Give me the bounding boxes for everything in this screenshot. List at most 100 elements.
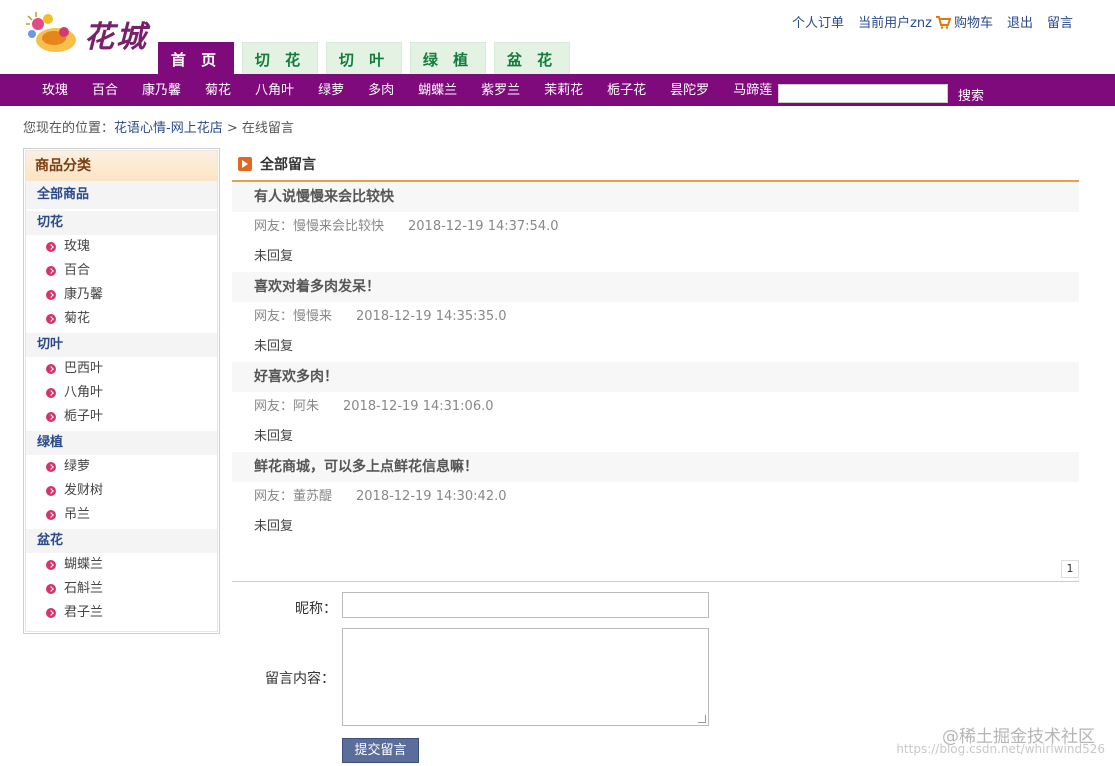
tab-home[interactable]: 首 页: [158, 42, 234, 74]
message-title: 有人说慢慢来会比较快: [232, 182, 1079, 212]
sidebar-item-label: 百合: [64, 263, 91, 278]
sidebar-group-cut-leaves[interactable]: 切叶: [26, 333, 217, 357]
message-reply: 未回复: [254, 249, 294, 264]
sidebar-item[interactable]: 百合: [26, 259, 217, 283]
cart-link[interactable]: 购物车: [954, 12, 993, 31]
sidebar-item[interactable]: 栀子叶: [26, 405, 217, 429]
category-link-octagon-leaf[interactable]: 八角叶: [243, 74, 306, 107]
bullet-icon: [46, 486, 56, 496]
nickname-label: 昵称：: [295, 601, 337, 617]
sidebar-item[interactable]: 绿萝: [26, 455, 217, 479]
current-user-label: 当前用户znz: [858, 16, 932, 31]
sidebar-item-all[interactable]: 全部商品: [26, 181, 217, 209]
sidebar-item[interactable]: 玫瑰: [26, 235, 217, 259]
message-author: 网友：慢慢来会比较快: [254, 219, 385, 234]
logout-link[interactable]: 退出: [1007, 12, 1033, 31]
sidebar-item-label: 石斛兰: [64, 581, 104, 596]
sidebar-item[interactable]: 八角叶: [26, 381, 217, 405]
sidebar-item-label: 吊兰: [64, 507, 91, 522]
message-list-header: 全部留言: [232, 148, 1079, 182]
category-link-violet[interactable]: 紫罗兰: [469, 74, 532, 107]
message-item: 喜欢对着多肉发呆！ 网友：慢慢来 2018-12-19 14:35:35.0 未回…: [232, 272, 1079, 362]
resize-handle-icon[interactable]: [698, 715, 706, 723]
category-link-pothos[interactable]: 绿萝: [306, 74, 356, 107]
cart-icon[interactable]: [935, 15, 951, 29]
message-item: 有人说慢慢来会比较快 网友：慢慢来会比较快 2018-12-19 14:37:54…: [232, 182, 1079, 272]
flower-logo-icon: [26, 12, 76, 52]
category-link-carnation[interactable]: 康乃馨: [130, 74, 193, 107]
message-reply: 未回复: [254, 429, 294, 444]
breadcrumb: 您现在的位置：花语心情-网上花店 > 在线留言: [23, 117, 294, 136]
message-reply: 未回复: [254, 519, 294, 534]
message-meta: 网友：慢慢来会比较快 2018-12-19 14:37:54.0: [232, 212, 1079, 242]
sidebar-item[interactable]: 吊兰: [26, 503, 217, 527]
bullet-icon: [46, 510, 56, 520]
arrow-right-icon: [238, 157, 252, 171]
category-link-datura[interactable]: 昙陀罗: [658, 74, 721, 107]
category-link-rose[interactable]: 玫瑰: [30, 74, 80, 107]
pagination: 1: [232, 558, 1079, 582]
sidebar-group-cut-flowers[interactable]: 切花: [26, 211, 217, 235]
submit-message-button[interactable]: 提交留言: [342, 738, 419, 763]
logo[interactable]: 花城: [24, 8, 156, 58]
sidebar-item[interactable]: 康乃馨: [26, 283, 217, 307]
sidebar-item[interactable]: 君子兰: [26, 601, 217, 625]
bullet-icon: [46, 242, 56, 252]
bullet-icon: [46, 364, 56, 374]
sidebar-item[interactable]: 菊花: [26, 307, 217, 331]
sidebar-item-label: 康乃馨: [64, 287, 104, 302]
category-link-lily[interactable]: 百合: [80, 74, 130, 107]
message-author: 网友：慢慢来: [254, 309, 333, 324]
breadcrumb-current: 在线留言: [241, 121, 294, 136]
nickname-input[interactable]: [342, 592, 709, 618]
orders-link[interactable]: 个人订单: [792, 12, 844, 31]
search-input[interactable]: [778, 84, 948, 103]
main-tabs: 首 页 切 花 切 叶 绿 植 盆 花: [158, 42, 570, 74]
message-item: 好喜欢多肉！ 网友：阿朱 2018-12-19 14:31:06.0 未回复: [232, 362, 1079, 452]
content-textarea[interactable]: [342, 628, 709, 726]
category-sidebar: 商品分类 全部商品 切花 玫瑰 百合 康乃馨 菊花 切叶 巴西叶 八角叶 栀子叶…: [23, 148, 220, 634]
message-title: 喜欢对着多肉发呆！: [232, 272, 1079, 302]
page-title: 全部留言: [260, 157, 316, 173]
sidebar-item-label: 绿萝: [64, 459, 91, 474]
breadcrumb-site-link[interactable]: 花语心情-网上花店: [114, 121, 223, 136]
logo-text: 花城: [84, 20, 148, 55]
category-link-jasmine[interactable]: 茉莉花: [532, 74, 595, 107]
tab-potted-flowers[interactable]: 盆 花: [494, 42, 570, 74]
category-link-calla[interactable]: 马蹄莲: [721, 74, 784, 107]
sidebar-item[interactable]: 石斛兰: [26, 577, 217, 601]
sidebar-item-label: 栀子叶: [64, 409, 104, 424]
sidebar-item[interactable]: 发财树: [26, 479, 217, 503]
top-nav: 个人订单 当前用户znz 购物车 退出 留言: [792, 12, 1073, 31]
tab-cut-leaves[interactable]: 切 叶: [326, 42, 402, 74]
message-author: 网友：阿朱: [254, 399, 320, 414]
message-link[interactable]: 留言: [1047, 12, 1073, 31]
sidebar-group-green-plants[interactable]: 绿植: [26, 431, 217, 455]
tab-cut-flowers[interactable]: 切 花: [242, 42, 318, 74]
sidebar-item-label: 八角叶: [64, 385, 104, 400]
category-link-chrysanthemum[interactable]: 菊花: [193, 74, 243, 107]
search-button[interactable]: 搜索: [958, 85, 984, 104]
user-cart-group: 当前用户znz 购物车: [858, 12, 993, 31]
category-links: 玫瑰 百合 康乃馨 菊花 八角叶 绿萝 多肉 蝴蝶兰 紫罗兰 茉莉花 栀子花 昙…: [30, 74, 784, 107]
bullet-icon: [46, 266, 56, 276]
bullet-icon: [46, 608, 56, 618]
sidebar-item[interactable]: 巴西叶: [26, 357, 217, 381]
message-meta: 网友：慢慢来 2018-12-19 14:35:35.0: [232, 302, 1079, 332]
message-time: 2018-12-19 14:37:54.0: [408, 219, 559, 234]
message-time: 2018-12-19 14:31:06.0: [343, 399, 494, 414]
sidebar-item-label: 蝴蝶兰: [64, 557, 104, 572]
message-title: 好喜欢多肉！: [232, 362, 1079, 392]
message-title: 鲜花商城，可以多上点鲜花信息嘛！: [232, 452, 1079, 482]
category-link-phalaenopsis[interactable]: 蝴蝶兰: [406, 74, 469, 107]
category-link-succulent[interactable]: 多肉: [356, 74, 406, 107]
message-meta: 网友：董苏醍 2018-12-19 14:30:42.0: [232, 482, 1079, 512]
sidebar-item-label: 巴西叶: [64, 361, 104, 376]
page-number-button[interactable]: 1: [1061, 560, 1079, 578]
sidebar-group-potted-flowers[interactable]: 盆花: [26, 529, 217, 553]
content-label: 留言内容：: [265, 671, 335, 687]
sidebar-inner: 商品分类 全部商品 切花 玫瑰 百合 康乃馨 菊花 切叶 巴西叶 八角叶 栀子叶…: [25, 150, 218, 632]
category-link-gardenia[interactable]: 栀子花: [595, 74, 658, 107]
sidebar-item[interactable]: 蝴蝶兰: [26, 553, 217, 577]
tab-green-plants[interactable]: 绿 植: [410, 42, 486, 74]
